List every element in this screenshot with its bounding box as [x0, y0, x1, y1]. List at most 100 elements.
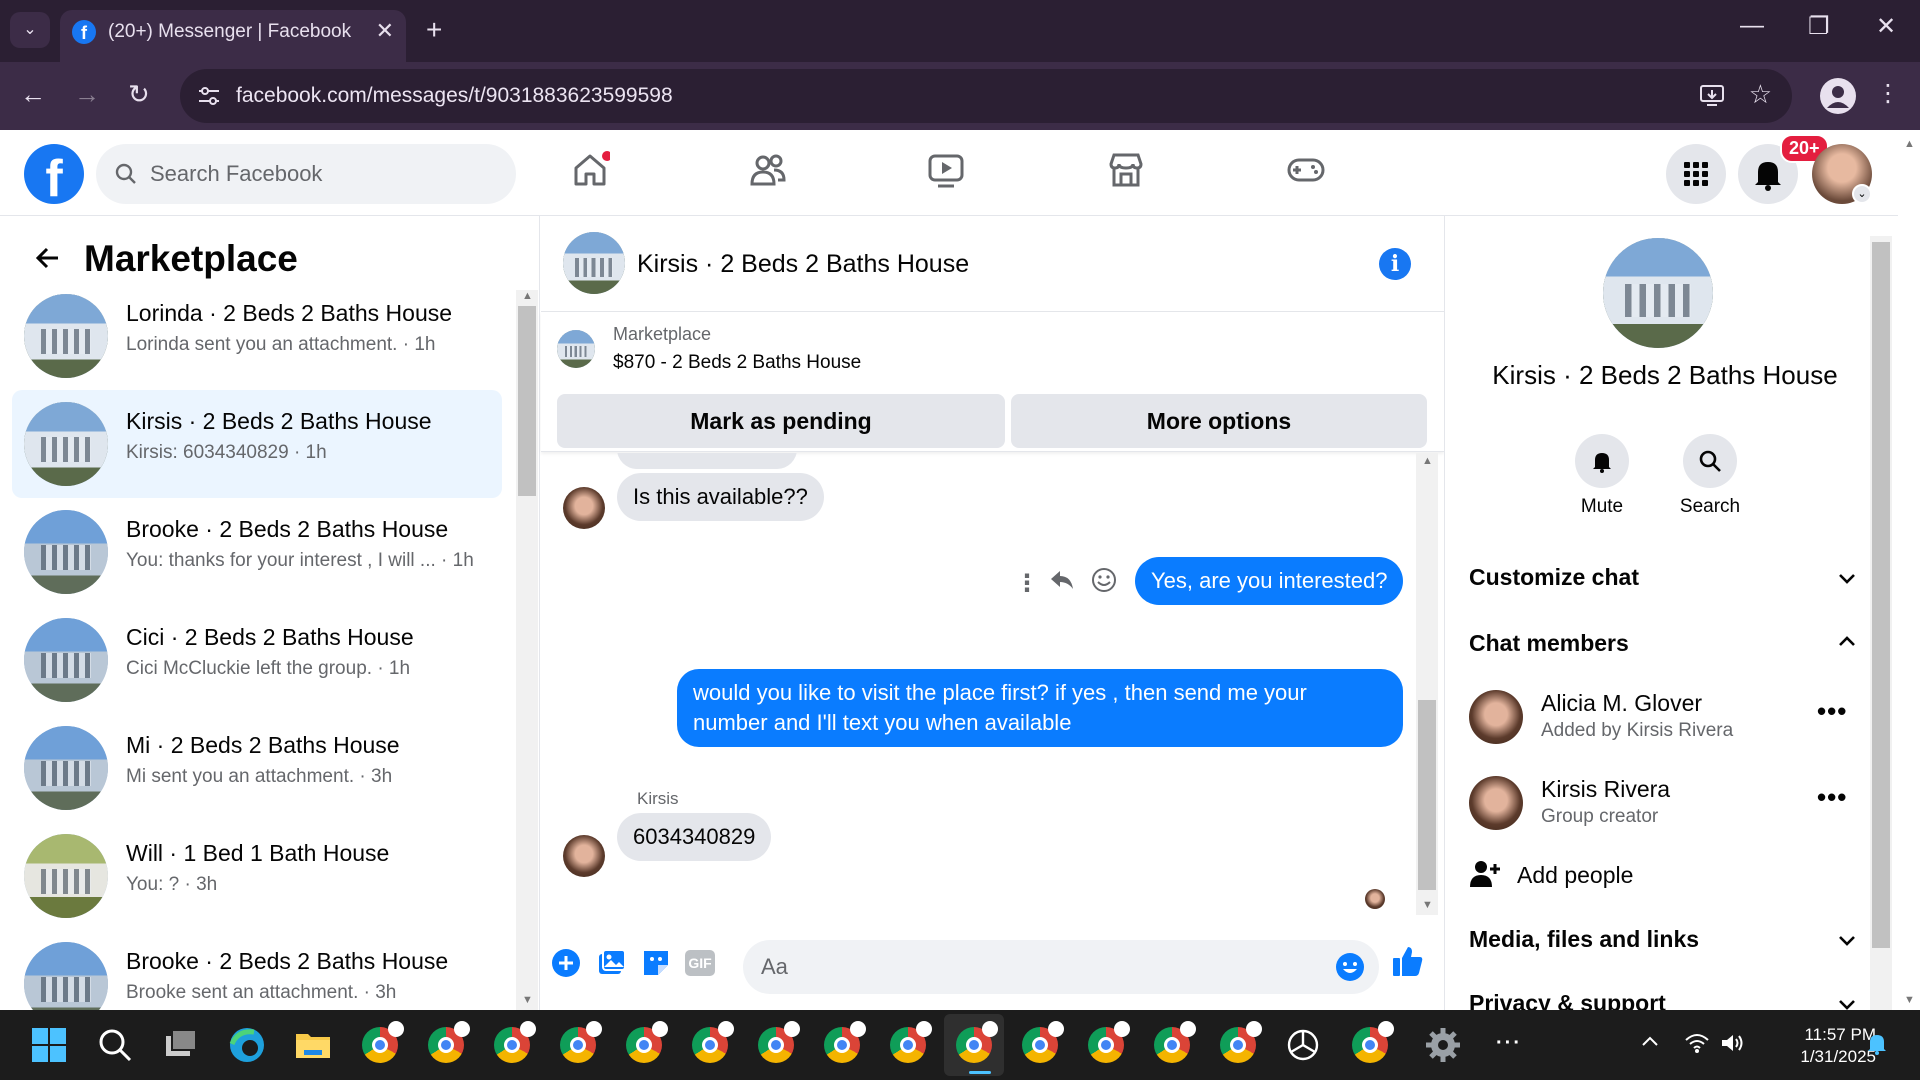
group-avatar[interactable]: [1603, 238, 1713, 348]
chrome-profile-icon[interactable]: [428, 1021, 470, 1063]
listing-thumbnail[interactable]: [557, 330, 595, 368]
chrome-profile-icon[interactable]: [824, 1021, 866, 1063]
emoji-icon[interactable]: [1335, 952, 1365, 982]
back-arrow-icon[interactable]: ←: [20, 79, 46, 110]
facebook-logo[interactable]: f: [24, 144, 84, 204]
add-plus-icon[interactable]: [551, 948, 581, 978]
gaming-icon[interactable]: [1286, 150, 1326, 190]
chevron-down-icon[interactable]: [1835, 928, 1859, 952]
chrome-profile-icon[interactable]: [362, 1021, 404, 1063]
scroll-up-arrow-icon[interactable]: ▲: [1422, 455, 1433, 467]
restore-icon[interactable]: ❐: [1808, 12, 1830, 41]
scroll-down-arrow-icon[interactable]: ▼: [1422, 899, 1433, 911]
details-scrollbar[interactable]: [1870, 236, 1892, 1010]
browser-profile-icon[interactable]: [1820, 78, 1856, 114]
scrollbar-thumb[interactable]: [518, 306, 536, 496]
chrome-profile-icon[interactable]: [692, 1021, 734, 1063]
chatgpt-icon[interactable]: [1280, 1022, 1326, 1068]
member-options-icon[interactable]: •••: [1817, 782, 1847, 813]
listing-price[interactable]: $870 - 2 Beds 2 Baths House: [613, 352, 861, 374]
conversation-info-icon[interactable]: i: [1379, 248, 1411, 280]
window-close-icon[interactable]: ✕: [1876, 12, 1896, 41]
marketplace-icon[interactable]: [1106, 150, 1146, 190]
mark-as-pending-button[interactable]: Mark as pending: [557, 394, 1005, 448]
chrome-profile-icon[interactable]: [1154, 1021, 1196, 1063]
windows-start-icon[interactable]: [26, 1022, 72, 1068]
conversation-item-active[interactable]: Kirsis · 2 Beds 2 Baths House Kirsis: 60…: [12, 390, 502, 498]
chrome-profile-icon[interactable]: [758, 1021, 800, 1063]
scroll-down-arrow-icon[interactable]: ▼: [522, 994, 533, 1006]
volume-icon[interactable]: [1720, 1032, 1746, 1054]
install-app-icon[interactable]: [1698, 81, 1726, 109]
chrome-profile-icon[interactable]: [560, 1021, 602, 1063]
privacy-support-section[interactable]: Privacy & support: [1469, 990, 1666, 1010]
conversation-item[interactable]: Will · 1 Bed 1 Bath House You: ? · 3h: [12, 822, 502, 930]
photo-icon[interactable]: [597, 948, 627, 978]
conversation-item[interactable]: Brooke · 2 Beds 2 Baths House You: thank…: [12, 498, 502, 606]
video-icon[interactable]: [926, 150, 966, 190]
forward-arrow-icon[interactable]: →: [74, 79, 100, 110]
bookmark-star-icon[interactable]: ☆: [1749, 79, 1772, 110]
scroll-down-arrow-icon[interactable]: ▼: [1904, 994, 1915, 1006]
scroll-up-arrow-icon[interactable]: ▲: [522, 290, 533, 302]
chrome-profile-icon[interactable]: [626, 1021, 668, 1063]
facebook-search-input[interactable]: Search Facebook: [96, 144, 516, 204]
system-clock[interactable]: 11:57 PM 1/31/2025: [1766, 1024, 1876, 1068]
chrome-profile-icon[interactable]: [494, 1021, 536, 1063]
settings-gear-icon[interactable]: [1420, 1022, 1466, 1068]
search-in-conversation-button[interactable]: [1683, 434, 1737, 488]
conversation-item[interactable]: Brooke · 2 Beds 2 Baths House Brooke sen…: [12, 930, 502, 1010]
customize-chat-section[interactable]: Customize chat: [1469, 564, 1639, 591]
media-files-links-section[interactable]: Media, files and links: [1469, 926, 1699, 953]
browser-tab-messenger[interactable]: f (20+) Messenger | Facebook ✕: [60, 10, 406, 62]
chevron-up-icon[interactable]: [1835, 630, 1859, 654]
account-chevron-icon[interactable]: ⌄: [1852, 184, 1872, 204]
page-scrollbar[interactable]: ▲ ▼: [1898, 130, 1920, 1010]
friends-icon[interactable]: [748, 150, 788, 190]
sticker-icon[interactable]: [641, 948, 671, 978]
site-info-icon[interactable]: [196, 83, 222, 109]
reload-icon[interactable]: ↻: [128, 79, 150, 110]
wifi-icon[interactable]: [1684, 1032, 1710, 1054]
chrome-profile-icon[interactable]: [1022, 1021, 1064, 1063]
chrome-profile-icon[interactable]: [890, 1021, 932, 1063]
message-more-icon[interactable]: ⋮: [1015, 569, 1039, 598]
chrome-profile-icon[interactable]: [1088, 1021, 1130, 1063]
chrome-profile-icon[interactable]: [1220, 1021, 1262, 1063]
chat-members-section[interactable]: Chat members: [1469, 630, 1629, 657]
back-arrow-icon[interactable]: [34, 244, 62, 272]
chat-title[interactable]: Kirsis · 2 Beds 2 Baths House: [637, 250, 969, 279]
more-apps-icon[interactable]: ···: [1496, 1032, 1522, 1055]
chat-scrollbar[interactable]: ▲ ▼: [1416, 453, 1438, 915]
scroll-up-arrow-icon[interactable]: ▲: [1904, 138, 1915, 150]
chrome-profile-icon-active[interactable]: [956, 1021, 998, 1063]
show-hidden-icons-chevron-icon[interactable]: [1640, 1032, 1660, 1052]
add-person-icon[interactable]: [1469, 858, 1501, 890]
chevron-down-icon[interactable]: [1835, 992, 1859, 1010]
minimize-icon[interactable]: —: [1740, 12, 1764, 40]
add-people-button[interactable]: Add people: [1517, 862, 1633, 889]
conversation-list-scrollbar[interactable]: ▲ ▼: [516, 290, 538, 1010]
edge-browser-icon[interactable]: [224, 1022, 270, 1068]
taskbar-search-icon[interactable]: [92, 1022, 138, 1068]
more-options-button[interactable]: More options: [1011, 394, 1427, 448]
reply-icon[interactable]: [1049, 567, 1075, 593]
conversation-item[interactable]: Cici · 2 Beds 2 Baths House Cici McCluck…: [12, 606, 502, 714]
chat-avatar[interactable]: [563, 232, 625, 294]
chrome-profile-icon[interactable]: [1352, 1021, 1394, 1063]
address-bar[interactable]: facebook.com/messages/t/9031883623599598…: [180, 69, 1792, 123]
tab-search-button[interactable]: ⌄: [10, 12, 50, 48]
new-tab-button[interactable]: +: [426, 14, 442, 46]
home-icon[interactable]: [570, 150, 610, 190]
tab-close-icon[interactable]: ✕: [376, 18, 394, 44]
mute-button[interactable]: [1575, 434, 1629, 488]
conversation-item[interactable]: Lorinda · 2 Beds 2 Baths House Lorinda s…: [12, 282, 502, 390]
chevron-down-icon[interactable]: [1835, 566, 1859, 590]
scrollbar-thumb[interactable]: [1872, 242, 1890, 948]
browser-menu-icon[interactable]: ⋮: [1876, 79, 1900, 108]
notification-center-icon[interactable]: [1866, 1032, 1888, 1056]
task-view-icon[interactable]: [158, 1022, 204, 1068]
scrollbar-thumb[interactable]: [1418, 700, 1436, 890]
member-options-icon[interactable]: •••: [1817, 696, 1847, 727]
react-emoji-icon[interactable]: [1091, 567, 1117, 593]
